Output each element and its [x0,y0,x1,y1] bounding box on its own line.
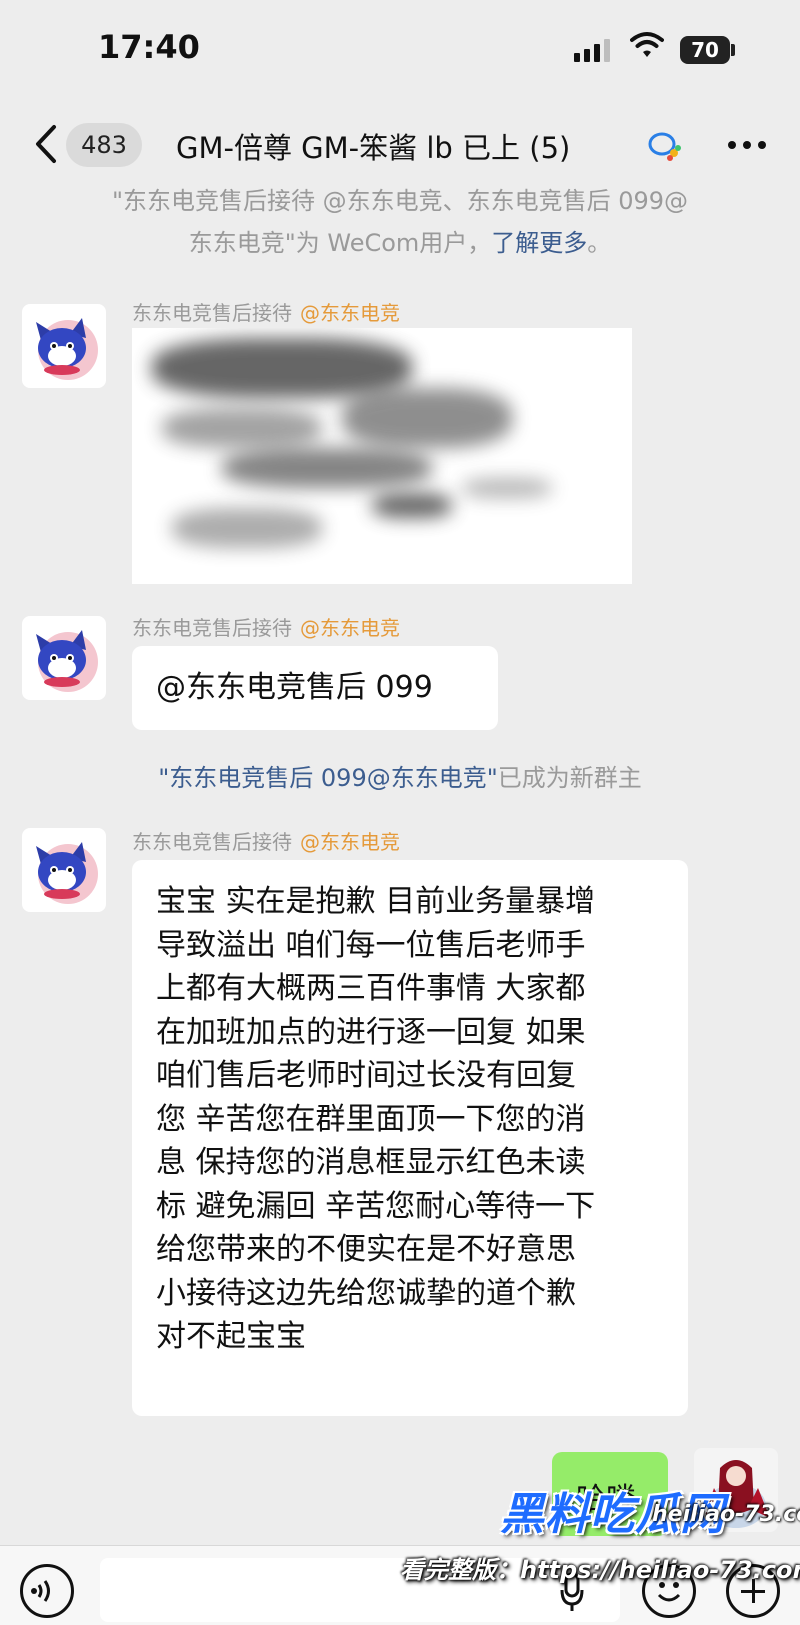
message-sender: 东东电竞售后接待 @东东电竞 [132,612,400,641]
message-line: 小接待这边先给您诚挚的道个歉 [156,1275,576,1311]
message-sender: 东东电竞售后接待 @东东电竞 [132,297,400,326]
avatar[interactable] [22,616,106,700]
notice-line-2-suffix: 。 [587,229,612,257]
cat-mascot-icon [36,318,98,380]
sender-tag: @东东电竞 [300,616,400,640]
message-line: 咱们售后老师时间过长没有回复 [156,1058,576,1093]
notice-line-2: 东东电竞"为 WeCom用户，了解更多。 [40,222,760,264]
text-message-bubble[interactable]: 宝宝 实在是抱歉 目前业务量暴增 导致溢出 咱们每一位售后老师手 上都有大概两三… [132,860,688,1416]
sender-tag: @东东电竞 [300,301,400,325]
sender-name: 东东电竞售后接待 [132,301,292,325]
more-options-icon[interactable] [728,141,766,149]
cellular-signal-icon [574,38,610,62]
chat-header: 483 GM-倍尊 GM-笨酱 lb 已上 (5) [0,105,800,185]
image-message[interactable] [132,328,632,584]
message-line: 对不起宝宝 [156,1319,306,1354]
message-line: 在加班加点的进行逐一回复 如果 [156,1014,586,1050]
cat-mascot-icon [36,842,98,904]
wifi-icon [630,32,664,57]
battery-cap [731,44,735,56]
learn-more-link[interactable]: 了解更多 [491,229,587,257]
text-message-bubble[interactable]: @东东电竞售后 099 [132,646,498,730]
back-chevron-icon[interactable] [30,123,64,165]
message-line: 给您带来的不便实在是不好意思 [156,1232,576,1267]
message-line: 息 保持您的消息框显示红色未读 [156,1145,586,1180]
owner-change-suffix: 已成为新群主 [497,764,642,792]
message-line: 您 辛苦您在群里面顶一下您的消 [156,1101,586,1137]
unread-count-badge[interactable]: 483 [66,123,142,167]
avatar[interactable] [22,828,106,912]
voice-icon[interactable] [20,1564,74,1618]
avatar[interactable] [22,304,106,388]
message-line: 上都有大概两三百件事情 大家都 [156,971,586,1006]
wecom-user-notice: "东东电竞售后接待 @东东电竞、东东电竞售后 099@ 东东电竞"为 WeCom… [40,180,760,264]
group-owner-notice: "东东电竞售后 099@东东电竞"已成为新群主 [40,757,760,799]
sender-tag: @东东电竞 [300,830,400,854]
sender-name: 东东电竞售后接待 [132,830,292,854]
cat-mascot-icon [36,630,98,692]
sender-name: 东东电竞售后接待 [132,616,292,640]
status-time: 17:40 [98,28,200,66]
message-line: 导致溢出 咱们每一位售后老师手 [156,927,586,963]
battery-icon: 70 [680,36,730,64]
status-bar: 17:40 70 [0,0,800,100]
new-owner-name: "东东电竞售后 099@东东电竞" [158,764,498,792]
notice-line-2-prefix: 东东电竞"为 WeCom用户， [188,229,492,257]
message-line: 宝宝 实在是抱歉 目前业务量暴增 [156,884,596,919]
watermark-url: 看完整版：https://heiliao-73.com [400,1556,800,1584]
message-line: 标 避免漏回 辛苦您耐心等待一下 [156,1188,596,1224]
chat-title[interactable]: GM-倍尊 GM-笨酱 lb 已上 (5) [176,125,570,167]
notice-line-1: "东东电竞售后接待 @东东电竞、东东电竞售后 099@ [111,187,689,215]
watermark-domain: heiliao-73.com [652,1502,800,1527]
wecom-icon [648,132,681,161]
message-sender: 东东电竞售后接待 @东东电竞 [132,826,400,855]
